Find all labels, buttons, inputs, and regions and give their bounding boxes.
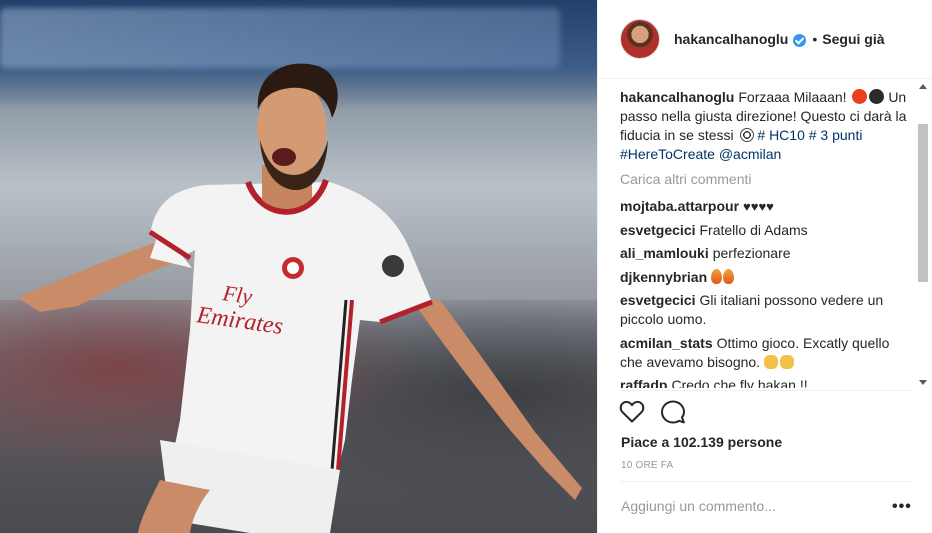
scrollbar-thumb[interactable] — [918, 124, 928, 282]
list-item: acmilan_stats Ottimo gioco. Excatly quell… — [620, 334, 910, 372]
comment-icon[interactable] — [661, 400, 685, 424]
red-circle-icon — [852, 89, 868, 104]
comment-text: Fratello di Adams — [699, 221, 808, 238]
caption-username[interactable]: hakancalhanoglu — [620, 89, 734, 105]
likes-count[interactable]: Piace a 102.139 persone — [621, 434, 782, 450]
fire-icon — [711, 268, 723, 284]
post-timestamp[interactable]: 10 ORE FA — [621, 460, 673, 471]
add-comment-input[interactable] — [621, 498, 851, 514]
divider — [620, 390, 911, 391]
clapping-hands-icon — [779, 354, 794, 369]
comment-username[interactable]: esvetgecici — [620, 222, 696, 238]
load-more-comments[interactable]: Carica altri commenti — [620, 170, 910, 189]
black-circle-icon — [869, 89, 885, 104]
comments-scrollbar[interactable] — [916, 78, 930, 390]
caption: hakancalhanoglu Forzaaa Milaaan! Un passo… — [620, 88, 910, 164]
comment-username[interactable]: mojtaba.attarpour — [620, 198, 739, 214]
caption-text-1: Forzaaa Milaaan! — [738, 89, 847, 105]
comment-text: ♥♥♥♥ — [743, 199, 774, 214]
scroll-down-arrow-icon[interactable] — [916, 376, 930, 388]
list-item: ali_mamlouki perfezionare — [620, 244, 910, 263]
comments-list[interactable]: hakancalhanoglu Forzaaa Milaaan! Un passo… — [620, 88, 910, 388]
list-item: esvetgecici Gli italiani possono vedere u… — [620, 291, 910, 329]
clapping-hands-icon — [763, 354, 778, 369]
comment-text: perfezionare — [712, 245, 791, 261]
scroll-up-arrow-icon[interactable] — [916, 80, 930, 92]
heart-icon[interactable] — [619, 400, 645, 424]
list-item: esvetgecici Fratello di Adams — [620, 221, 910, 240]
comment-username[interactable]: ali_mamlouki — [620, 245, 709, 261]
post-actions — [619, 400, 685, 424]
comment-username[interactable]: acmilan_stats — [620, 335, 713, 351]
list-item: raffadp Credo che fly hakan !! — [620, 376, 910, 388]
soccer-ball-icon — [739, 128, 754, 142]
list-item: djkennybrian — [620, 268, 910, 287]
fire-icon — [723, 268, 735, 284]
comment-username[interactable]: raffadp — [620, 377, 667, 388]
jersey-sponsor: Fly — [220, 280, 254, 309]
divider — [620, 481, 911, 482]
comments-wrapper: hakancalhanoglu Forzaaa Milaaan! Un passo… — [598, 0, 932, 533]
comment-text: Credo che fly hakan !! — [671, 377, 808, 388]
list-item: mojtaba.attarpour ♥♥♥♥ — [620, 197, 910, 216]
post-photo[interactable]: Fly Emirates — [0, 0, 597, 533]
comment-username[interactable]: esvetgecici — [620, 292, 696, 308]
player-illustration: Fly Emirates — [18, 63, 582, 533]
comment-username[interactable]: djkennybrian — [620, 269, 707, 285]
more-options-icon[interactable]: ••• — [892, 499, 912, 515]
